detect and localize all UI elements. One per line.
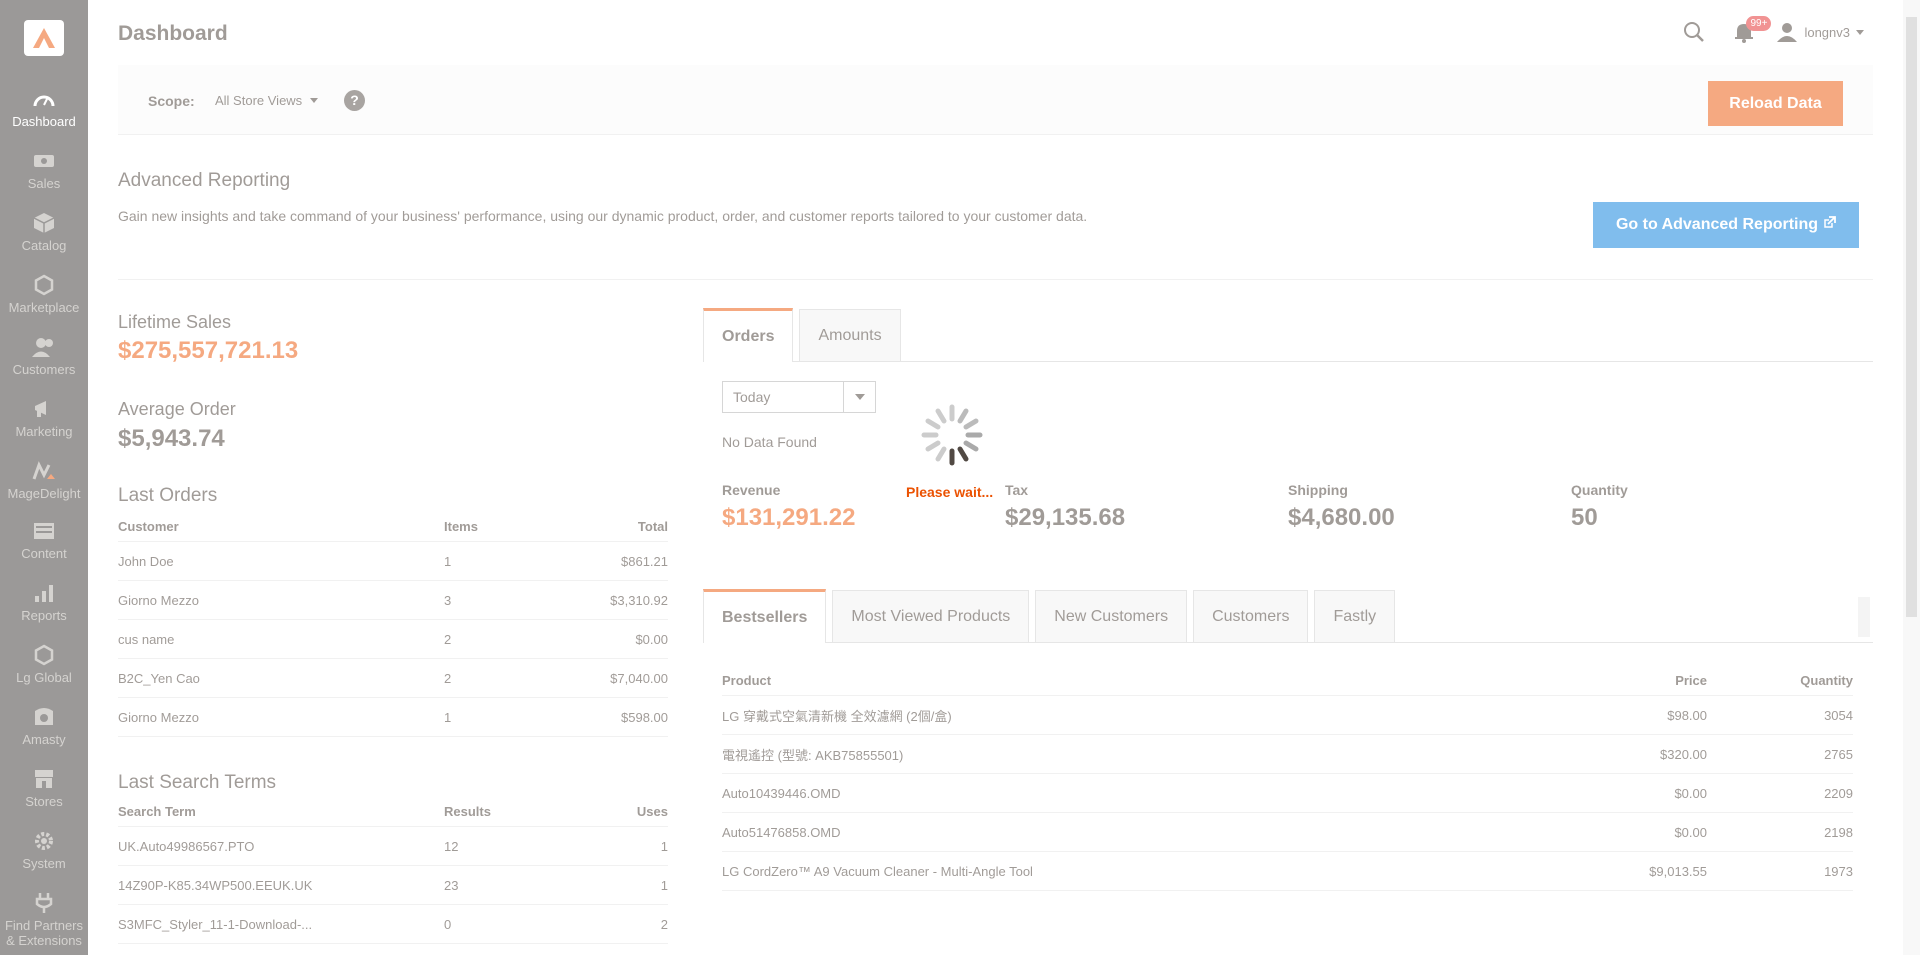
please-wait-text: Please wait... xyxy=(906,484,994,500)
loading-overlay xyxy=(0,0,1920,955)
spinner-icon xyxy=(921,404,983,466)
